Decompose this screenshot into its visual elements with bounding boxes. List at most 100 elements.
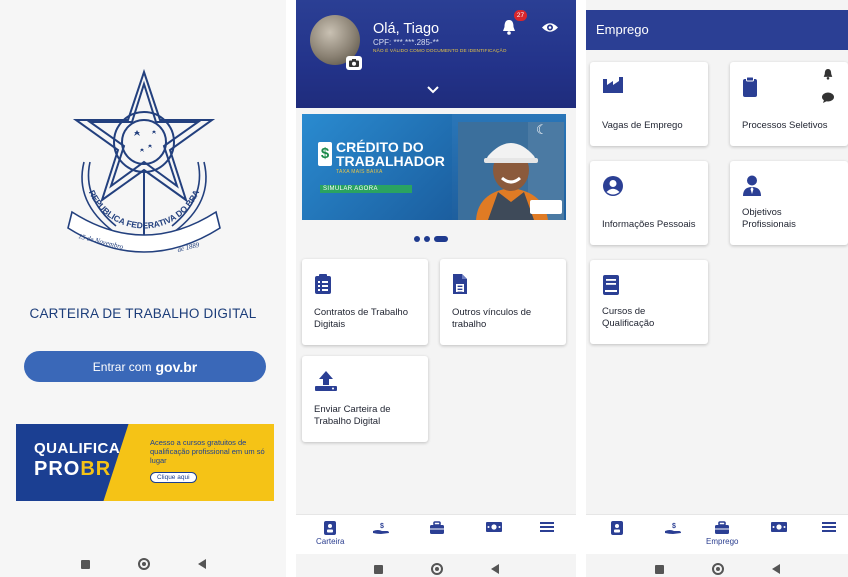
- tab-beneficios[interactable]: [485, 521, 503, 533]
- tab-emprego[interactable]: Emprego: [706, 521, 738, 546]
- carousel-dot[interactable]: [414, 236, 420, 242]
- qualifica-banner[interactable]: QUALIFICA PROBR Acesso a cursos gratuito…: [16, 424, 274, 501]
- card-cursos[interactable]: Cursos de Qualificação: [590, 260, 708, 344]
- tab-menu[interactable]: [540, 521, 554, 533]
- svg-text:$: $: [672, 523, 676, 530]
- tab-beneficios[interactable]: [770, 521, 788, 533]
- card-contratos[interactable]: Contratos de Trabalho Digitais: [302, 259, 428, 345]
- login-button-brand: gov.br: [155, 358, 198, 375]
- bottom-tab-bar: $ Emprego: [586, 514, 848, 554]
- card-informacoes[interactable]: Informações Pessoais: [590, 161, 708, 245]
- employment-screen: Emprego Vagas de Emprego Processos Selet…: [586, 0, 848, 577]
- card-label: Objetivos Profissionais: [742, 207, 796, 230]
- banner-cta-button[interactable]: SIMULAR AGORA: [320, 185, 412, 193]
- carousel-dots: [414, 236, 448, 242]
- banknote-icon: [771, 522, 787, 532]
- book-icon: [603, 275, 619, 295]
- upload-icon: [315, 371, 337, 391]
- home-icon[interactable]: [711, 563, 724, 575]
- tab-carteira[interactable]: Carteira: [316, 521, 344, 546]
- dollar-sign-icon: $: [318, 142, 332, 166]
- svg-text:$: $: [380, 523, 384, 530]
- tab-label: Emprego: [706, 537, 739, 546]
- camera-icon[interactable]: [346, 56, 362, 70]
- recent-apps-icon[interactable]: [80, 559, 90, 569]
- recent-apps-icon[interactable]: [654, 564, 664, 574]
- card-enviar-carteira[interactable]: Enviar Carteira de Trabalho Digital: [302, 356, 428, 442]
- app-title: CARTEIRA DE TRABALHO DIGITAL: [29, 306, 257, 321]
- tab-emprego[interactable]: [429, 521, 445, 535]
- banner-brand-br: BR: [80, 458, 112, 480]
- card-vagas[interactable]: Vagas de Emprego: [590, 62, 708, 146]
- briefcase-icon: [715, 521, 730, 534]
- banner-description: Acesso a cursos gratuitos de qualificaçã…: [150, 438, 265, 465]
- gov-logo: [530, 200, 562, 214]
- card-label: Vagas de Emprego: [602, 120, 683, 131]
- android-nav-bar: [586, 563, 848, 575]
- bell-icon[interactable]: [502, 19, 516, 35]
- recent-apps-icon[interactable]: [373, 564, 383, 574]
- credito-banner[interactable]: $ CRÉDITO DO TRABALHADOR TAXA MAIS BAIXA …: [302, 114, 566, 220]
- brazil-coat-of-arms-icon: REPUBLICA FEDERATIVA DO BRASIL 15 de Nov…: [44, 62, 221, 254]
- android-nav-bar: [296, 563, 576, 575]
- banknote-icon: [486, 522, 502, 532]
- factory-icon: [603, 77, 623, 93]
- wallet-screen: Olá, Tiago CPF: ***.***.285-** NÃO É VÁL…: [296, 0, 576, 577]
- chat-bubble-icon[interactable]: [822, 92, 834, 103]
- id-badge-icon: [611, 521, 623, 535]
- notification-badge: 27: [514, 10, 527, 21]
- card-objetivos[interactable]: Objetivos Profissionais: [730, 161, 848, 245]
- back-icon[interactable]: [771, 564, 780, 574]
- android-nav-bar: [0, 558, 286, 570]
- banner-brand-pro: PRO: [34, 458, 81, 480]
- card-label: Processos Seletivos: [742, 120, 828, 131]
- clipboard-list-icon: [315, 274, 331, 294]
- menu-icon: [540, 522, 554, 532]
- tab-carteira[interactable]: [610, 521, 624, 535]
- hand-money-icon: $: [373, 523, 389, 534]
- carousel-dot[interactable]: [424, 236, 430, 242]
- tab-label: Carteira: [316, 537, 345, 546]
- banner-title-line2: TRABALHADOR: [336, 153, 445, 169]
- chevron-down-icon[interactable]: [427, 86, 439, 94]
- theme-toggle-icon[interactable]: ☾: [536, 122, 548, 138]
- banner-brand-line2: PROBR: [34, 458, 111, 481]
- carousel-dot-active[interactable]: [434, 236, 448, 242]
- govbr-login-button[interactable]: Entrar com gov.br: [24, 351, 266, 382]
- side-actions: [822, 68, 834, 103]
- banner-title-line1: CRÉDITO DO: [336, 139, 424, 155]
- cpf-text: CPF: ***.***.285-**: [373, 38, 439, 47]
- id-badge-icon: [324, 521, 337, 535]
- briefcase-icon: [430, 521, 444, 534]
- card-label: Enviar Carteira de Trabalho Digital: [314, 404, 391, 427]
- top-app-bar: Emprego: [586, 10, 848, 50]
- bottom-tab-bar: Carteira $: [296, 514, 576, 554]
- banner-brand-line1: QUALIFICA: [34, 440, 121, 457]
- banner-cta-button[interactable]: Clique aqui: [150, 472, 197, 483]
- page-title: Emprego: [596, 22, 649, 37]
- menu-icon: [822, 522, 836, 532]
- login-button-prefix: Entrar com: [92, 359, 152, 374]
- bell-icon[interactable]: [823, 68, 833, 80]
- user-tie-icon: [743, 175, 761, 196]
- eye-icon[interactable]: [542, 22, 558, 33]
- card-label: Contratos de Trabalho Digitais: [314, 307, 409, 330]
- back-icon[interactable]: [197, 559, 206, 569]
- home-icon[interactable]: [430, 563, 443, 575]
- person-circle-icon: [603, 176, 623, 196]
- banner-title: CRÉDITO DO TRABALHADOR: [336, 140, 445, 168]
- document-icon: [453, 274, 467, 294]
- card-label: Outros vínculos de trabalho: [452, 307, 532, 330]
- home-icon[interactable]: [137, 558, 150, 570]
- tab-financeiro[interactable]: $: [664, 521, 682, 535]
- login-screen: REPUBLICA FEDERATIVA DO BRASIL 15 de Nov…: [0, 0, 286, 577]
- card-outros-vinculos[interactable]: Outros vínculos de trabalho: [440, 259, 566, 345]
- id-warning: NÃO É VÁLIDO COMO DOCUMENTO DE IDENTIFIC…: [373, 49, 507, 54]
- card-label: Cursos de Qualificação: [602, 306, 655, 329]
- tab-financeiro[interactable]: $: [372, 521, 390, 535]
- banner-subtitle: TAXA MAIS BAIXA: [336, 169, 383, 175]
- card-label: Informações Pessoais: [602, 219, 696, 230]
- back-icon[interactable]: [490, 564, 499, 574]
- tab-menu[interactable]: [822, 521, 836, 533]
- greeting: Olá, Tiago: [373, 21, 440, 37]
